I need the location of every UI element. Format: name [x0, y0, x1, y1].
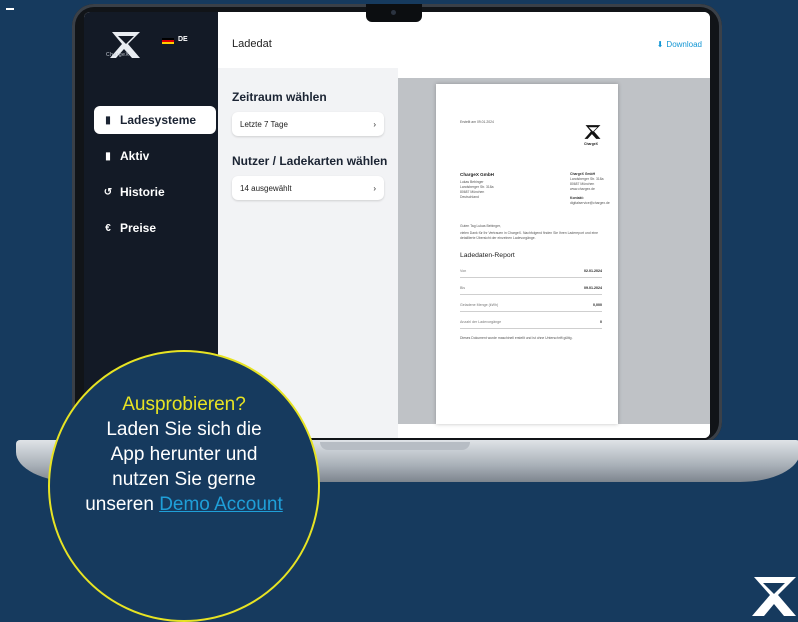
promo-line: App herunter und — [110, 444, 258, 465]
users-title: Nutzer / Ladekarten wählen — [232, 154, 388, 168]
promo-bubble: Ausprobieren? Laden Sie sich die App her… — [48, 350, 320, 622]
promo-line: Laden Sie sich die — [106, 419, 262, 440]
redaction-mask — [272, 35, 376, 51]
report-created: Erstellt am 09.01.2024 — [460, 120, 494, 124]
sidebar-item-label: Preise — [120, 221, 157, 235]
table-row: Bis 09.01.2024 — [460, 283, 602, 295]
download-button[interactable]: ⬇ Download — [657, 40, 702, 49]
sidebar-item-aktiv[interactable]: ▮ Aktiv — [94, 142, 216, 170]
dash-mark — [6, 8, 14, 10]
row-value: 0 — [600, 320, 602, 324]
chargex-logo-icon — [752, 577, 796, 616]
report-document[interactable]: Erstellt am 09.01.2024 ChargeX ChargeX G… — [436, 84, 618, 424]
period-value: Letzte 7 Tage — [240, 119, 288, 129]
table-row: Geladene Menge (kWh) 0,000 — [460, 300, 602, 312]
charger-icon: ▮ — [105, 150, 111, 162]
table-row: Anzahl der Ladevorgänge 0 — [460, 317, 602, 329]
sidebar-item-historie[interactable]: ↺ Historie — [94, 178, 216, 206]
table-row: Von 02.01.2024 — [460, 266, 602, 278]
row-label: Geladene Menge (kWh) — [460, 303, 499, 307]
period-title: Zeitraum wählen — [232, 90, 327, 104]
address-line: Deutschland — [460, 195, 479, 199]
chevron-right-icon: › — [373, 119, 376, 129]
report-company: ChargeX GmbH — [460, 172, 494, 177]
promo-line-link: unseren Demo Account — [50, 492, 318, 517]
sender-line: www.chargex.de — [570, 187, 595, 191]
users-value: 14 ausgewählt — [240, 183, 292, 193]
promo-prefix: unseren — [85, 494, 160, 515]
download-label: Download — [666, 40, 702, 49]
report-brand: ChargeX — [584, 142, 598, 146]
chevron-right-icon: › — [373, 183, 376, 193]
sidebar-item-preise[interactable]: € Preise — [94, 214, 216, 242]
sidebar-item-label: Ladesysteme — [120, 113, 197, 127]
sender-line: 80687 München — [570, 182, 595, 186]
report-footnote: Dieses Dokument wurde maschinell erstell… — [460, 336, 573, 340]
sidebar-item-label: Historie — [120, 185, 165, 199]
sidebar-item-label: Aktiv — [120, 149, 150, 163]
row-label: Von — [460, 269, 467, 273]
history-icon: ↺ — [103, 186, 113, 198]
euro-icon: € — [105, 222, 111, 234]
promo-text: Ausprobieren? Laden Sie sich die App her… — [50, 392, 318, 517]
report-greeting: Guten Tag Lukas Bebinger, — [460, 224, 501, 228]
chargex-logo-icon — [584, 125, 601, 139]
address-line: Landsberger Str. 318a — [460, 185, 494, 189]
camera-notch — [366, 4, 422, 22]
page-title: Ladedat — [232, 38, 272, 50]
period-select[interactable]: Letzte 7 Tage › — [232, 112, 384, 136]
promo-title: Ausprobieren? — [122, 394, 246, 415]
language-selector[interactable]: DE — [178, 36, 188, 43]
row-label: Anzahl der Ladevorgänge — [460, 320, 502, 324]
brand-name: ChargeX — [106, 52, 130, 58]
users-select[interactable]: 14 ausgewählt › — [232, 176, 384, 200]
germany-flag-icon[interactable] — [162, 38, 174, 44]
laptop-groove — [320, 442, 470, 450]
sender-line: Landsberger Str. 318a — [570, 177, 604, 181]
camera-icon — [391, 10, 396, 15]
report-title: Ladedaten-Report — [460, 252, 515, 259]
row-value: 0,000 — [593, 303, 602, 307]
address-line: 80687 München — [460, 190, 485, 194]
contact-email: digitalservice@chargex.de — [570, 201, 610, 205]
sender-line: ChargeX GmbH — [570, 172, 596, 176]
report-intro: vielen Dank für Ihr Vertrauen in ChargeX… — [460, 231, 598, 240]
sidebar-item-ladesysteme[interactable]: ▮ Ladesysteme — [94, 106, 216, 134]
row-value: 09.01.2024 — [584, 286, 602, 290]
main-content: Ladedat ⬇ Download Zeitraum wählen Letzt… — [218, 12, 710, 438]
address-line: Lukas Bebinger — [460, 180, 484, 184]
demo-account-link[interactable]: Demo Account — [159, 494, 283, 515]
promo-line: nutzen Sie gerne — [112, 469, 256, 490]
charger-icon: ▮ — [105, 114, 111, 126]
download-icon: ⬇ — [656, 40, 664, 49]
contact-label: Kontakt: — [570, 196, 584, 200]
row-value: 02.01.2024 — [584, 269, 602, 273]
row-label: Bis — [460, 286, 465, 290]
